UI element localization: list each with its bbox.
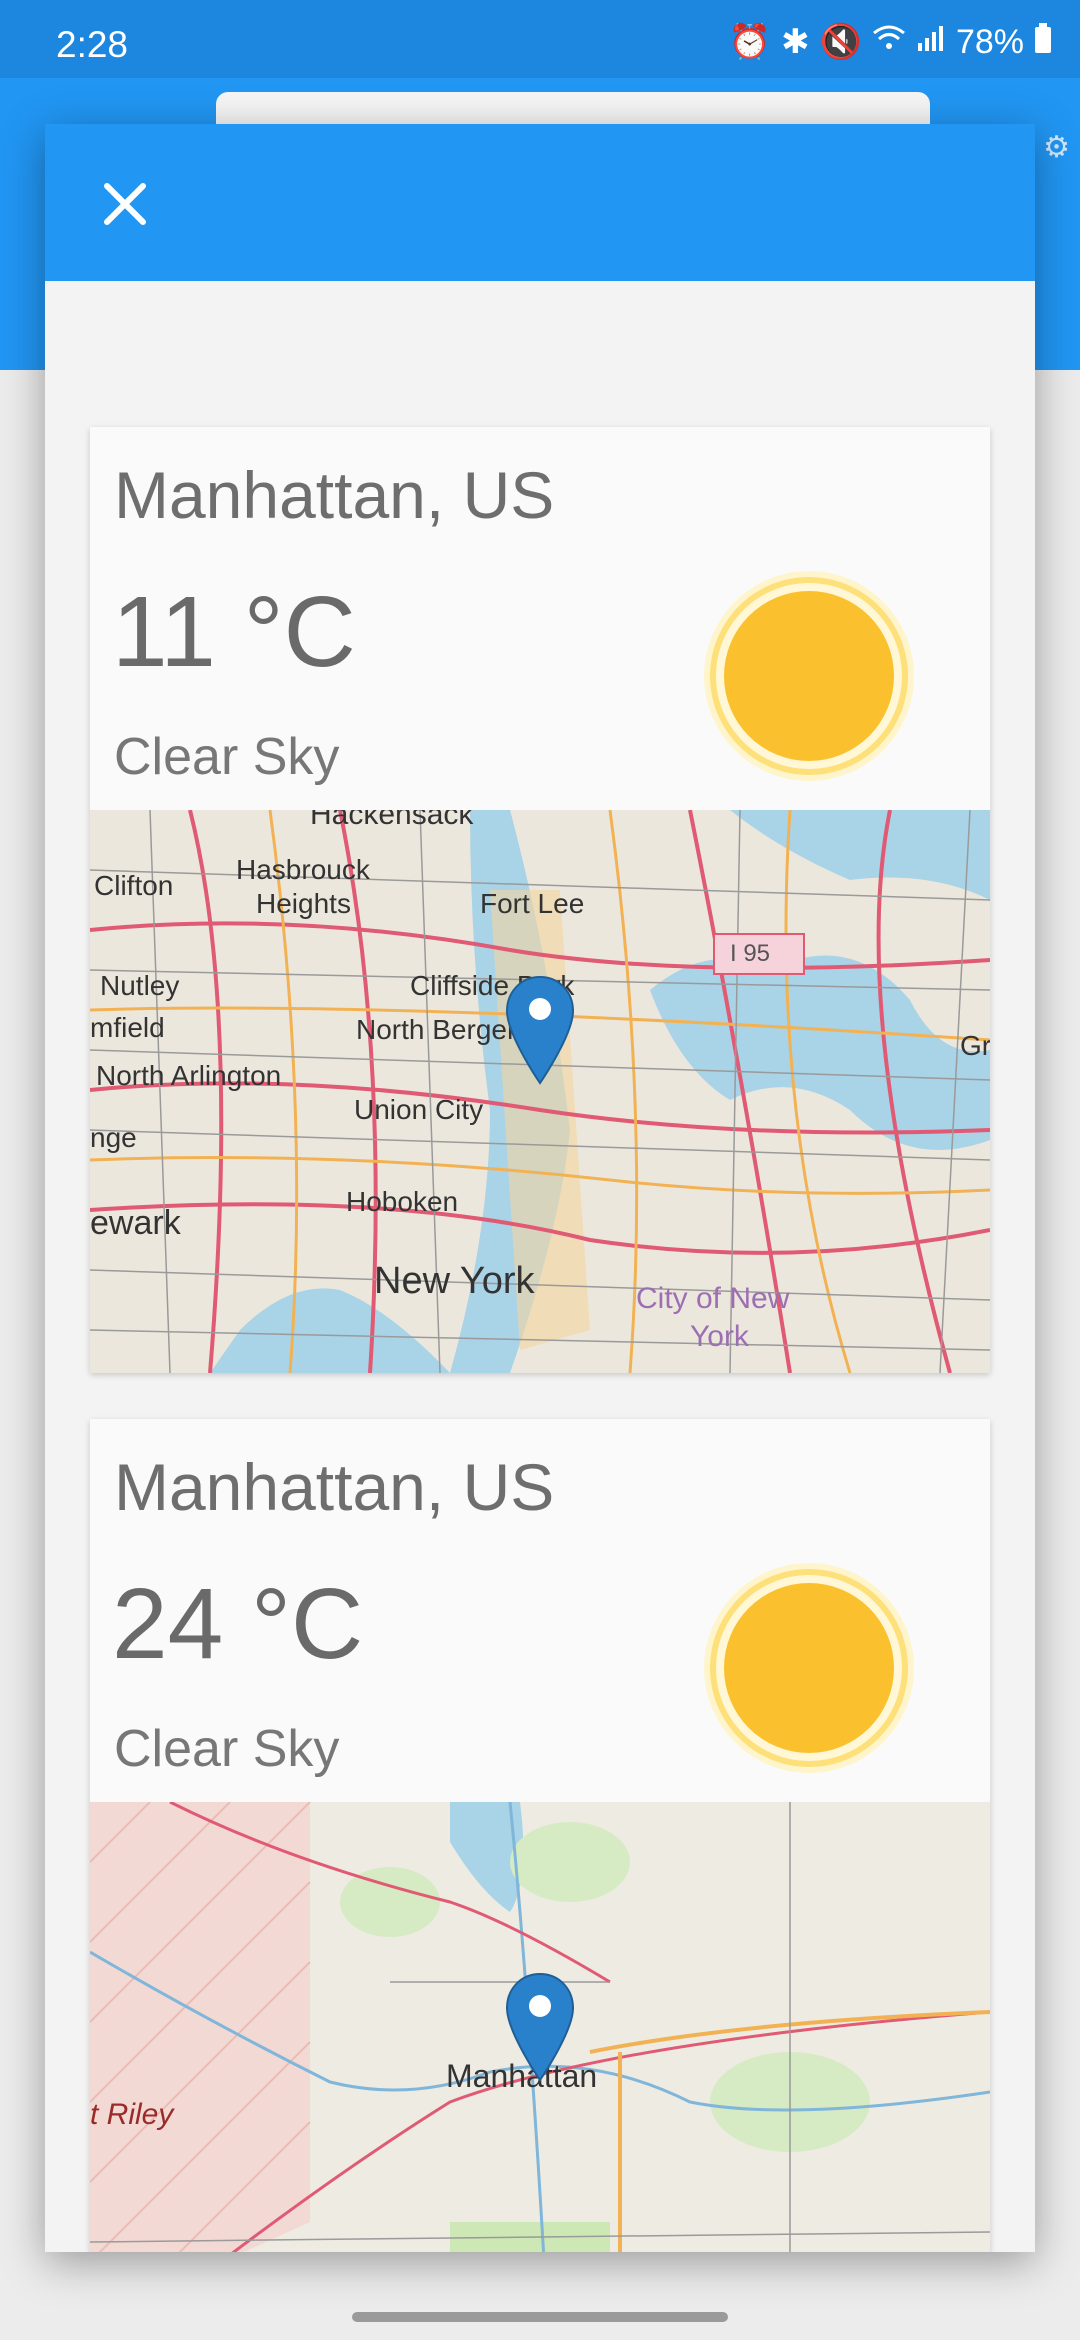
status-time: 2:28 bbox=[56, 24, 129, 65]
city-name: Manhattan, US bbox=[114, 1450, 555, 1524]
map-label: Gr bbox=[960, 1030, 990, 1061]
map-label: Union City bbox=[354, 1094, 484, 1125]
map-label: York bbox=[690, 1320, 749, 1353]
map-label: Hasbrouck bbox=[236, 854, 370, 885]
map-label: Nutley bbox=[100, 970, 180, 1001]
weather-card[interactable]: Manhattan, US 24 °C Clear Sky Manhattan … bbox=[90, 1419, 990, 2252]
signal-icon bbox=[916, 23, 946, 62]
temperature: 11 °C bbox=[112, 576, 356, 688]
sun-icon bbox=[724, 591, 894, 761]
map-label: North Bergen bbox=[356, 1014, 523, 1045]
map-label: Heights bbox=[256, 888, 351, 919]
map-label: North Arlington bbox=[96, 1060, 282, 1091]
map-pin-icon[interactable] bbox=[505, 1972, 575, 2082]
weather-condition: Clear Sky bbox=[114, 1720, 340, 1778]
battery-percent: 78% bbox=[955, 22, 1024, 61]
map-label: Hackensack bbox=[310, 810, 474, 831]
bluetooth-icon: ✱ bbox=[781, 23, 810, 61]
city-map[interactable]: Manhattan t Riley bbox=[90, 1802, 990, 2252]
map-label: City of New bbox=[636, 1282, 790, 1315]
alarm-icon: ⏰ bbox=[728, 23, 772, 61]
close-icon bbox=[104, 183, 146, 225]
sun-icon bbox=[724, 1583, 894, 1753]
city-map[interactable]: Hackensack Clifton Hasbrouck Heights For… bbox=[90, 810, 990, 1373]
temperature: 24 °C bbox=[112, 1568, 364, 1680]
map-label: Clifton bbox=[94, 870, 174, 901]
mute-icon: 🔇 bbox=[819, 23, 862, 61]
weather-card[interactable]: Manhattan, US 11 °C Clear Sky Hackensack… bbox=[90, 427, 990, 1373]
map-label: Hoboken bbox=[346, 1186, 459, 1217]
map-pin-icon[interactable] bbox=[505, 975, 575, 1085]
forecast-dialog: Manhattan, US 11 °C Clear Sky Hackensack… bbox=[45, 124, 1035, 2252]
weather-condition: Clear Sky bbox=[114, 728, 340, 786]
city-name: Manhattan, US bbox=[114, 458, 555, 532]
map-label: ewark bbox=[90, 1204, 181, 1242]
dialog-header bbox=[45, 124, 1035, 281]
close-button[interactable] bbox=[97, 176, 153, 232]
map-label: New York bbox=[374, 1260, 535, 1302]
home-indicator[interactable] bbox=[352, 2312, 728, 2322]
map-label: t Riley bbox=[90, 2098, 174, 2131]
map-label: mfield bbox=[90, 1012, 165, 1043]
wifi-icon bbox=[872, 23, 906, 62]
highway-shield: I 95 bbox=[730, 940, 771, 967]
status-icons: ⏰ ✱ 🔇 78% bbox=[729, 22, 1052, 62]
weather-card-list: Manhattan, US 11 °C Clear Sky Hackensack… bbox=[45, 281, 1035, 2252]
status-bar: 2:28 ⏰ ✱ 🔇 78% bbox=[0, 0, 1080, 78]
battery-icon bbox=[1034, 22, 1052, 62]
map-label: Fort Lee bbox=[480, 888, 585, 919]
map-label: nge bbox=[90, 1122, 137, 1153]
settings-icon: ⚙ bbox=[1043, 130, 1070, 165]
